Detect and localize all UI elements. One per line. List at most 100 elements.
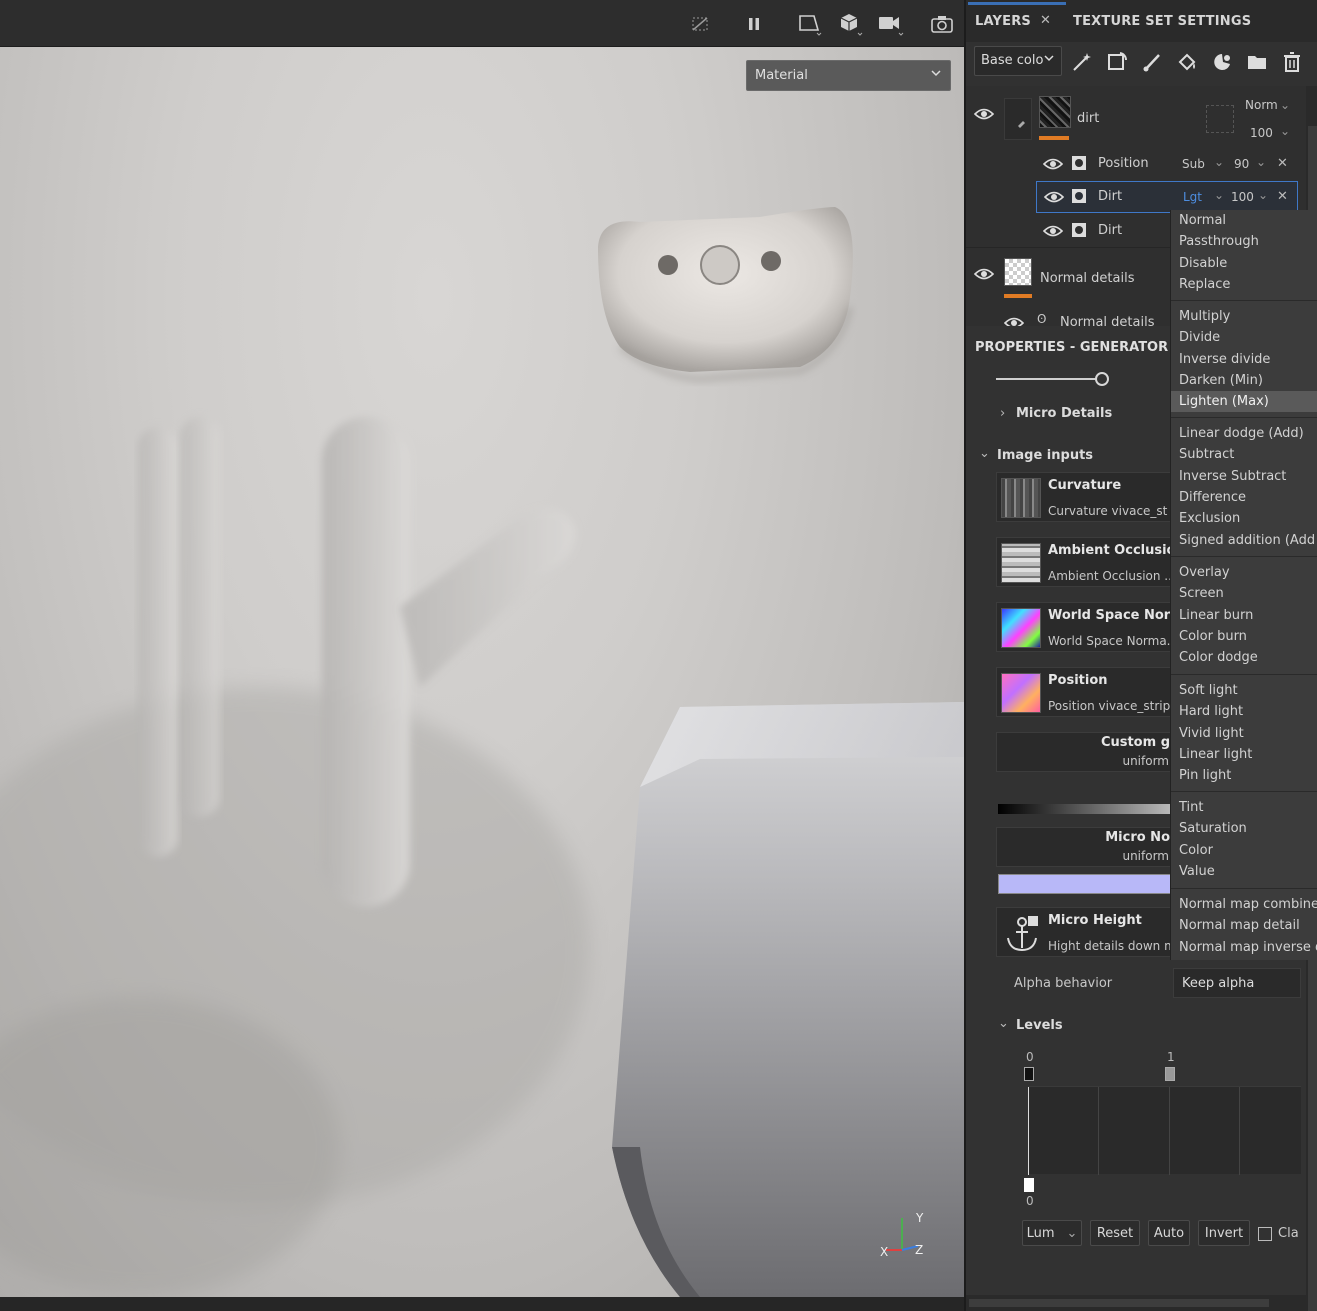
blend-mode-option[interactable]: Darken (Min) xyxy=(1171,370,1317,391)
alpha-behavior-select[interactable]: Keep alpha xyxy=(1173,968,1301,998)
blend-mode-option[interactable]: Color burn xyxy=(1171,626,1317,647)
layer-dirt[interactable]: dirt Norm ⌄ 100 ⌄ xyxy=(966,86,1306,146)
blend-mode-option[interactable]: Difference xyxy=(1171,487,1317,508)
effect-blend-mode[interactable]: Lgt xyxy=(1183,190,1202,204)
invert-button[interactable]: Invert xyxy=(1198,1220,1250,1246)
levels-output-handle[interactable] xyxy=(1024,1178,1034,1192)
effect-opacity[interactable]: 100 xyxy=(1231,190,1254,204)
hide-icon[interactable] xyxy=(686,10,714,38)
layer-blend-mode[interactable]: Norm xyxy=(1245,98,1278,112)
chevron-down-icon[interactable]: ⌄ xyxy=(1214,188,1224,202)
tab-texture-set-settings[interactable]: TEXTURE SET SETTINGS xyxy=(1073,14,1251,29)
slider-track[interactable] xyxy=(996,378,1104,380)
tab-layers[interactable]: LAYERS xyxy=(975,14,1031,29)
blend-mode-option[interactable]: Subtract xyxy=(1171,444,1317,465)
blend-mode-option[interactable]: Color dodge xyxy=(1171,647,1317,668)
blend-mode-option[interactable]: Replace xyxy=(1171,274,1317,295)
auto-button[interactable]: Auto xyxy=(1148,1220,1190,1246)
chevron-right-icon[interactable]: › xyxy=(1000,406,1005,421)
add-paint-layer-brush-icon[interactable] xyxy=(1140,50,1164,74)
delete-trash-icon[interactable] xyxy=(1280,50,1304,74)
blend-mode-option[interactable]: Value xyxy=(1171,861,1317,882)
blend-mode-option[interactable]: Pin light xyxy=(1171,765,1317,786)
blend-mode-option[interactable]: Inverse Subtract xyxy=(1171,466,1317,487)
effect-opacity[interactable]: 90 xyxy=(1234,157,1249,171)
reset-button[interactable]: Reset xyxy=(1090,1220,1140,1246)
effect-dirt-selected[interactable]: Dirt Lgt ⌄ 100 ⌄ ✕ xyxy=(1036,181,1298,213)
eye-visibility-icon[interactable] xyxy=(1042,157,1065,171)
chevron-down-icon[interactable]: ⌄ xyxy=(1258,188,1268,202)
blend-mode-option[interactable]: Linear burn xyxy=(1171,605,1317,626)
levels-section[interactable]: Levels xyxy=(1016,1018,1063,1033)
blend-mode-option[interactable]: Linear light xyxy=(1171,744,1317,765)
add-fill-layer-bucket-icon[interactable] xyxy=(1175,50,1199,74)
pause-icon[interactable] xyxy=(740,10,768,38)
channel-select[interactable]: Base colo xyxy=(974,46,1062,76)
blend-mode-option[interactable]: Passthrough xyxy=(1171,231,1317,252)
menu-separator xyxy=(1171,556,1317,557)
effect-position[interactable]: Position Sub ⌄ 90 ⌄ ✕ xyxy=(966,149,1306,181)
axis-gizmo: X Y Z xyxy=(878,1208,928,1260)
blend-mode-option[interactable]: Color xyxy=(1171,840,1317,861)
add-mask-icon[interactable] xyxy=(1105,50,1129,74)
eye-visibility-icon[interactable] xyxy=(973,267,996,281)
blend-mode-option[interactable]: Normal xyxy=(1171,210,1317,231)
blend-mode-menu[interactable]: Normal Passthrough Disable Replace Multiply D… xyxy=(1170,210,1317,960)
blend-mode-option[interactable]: Linear dodge (Add) xyxy=(1171,423,1317,444)
chevron-down-icon[interactable]: ⌄ xyxy=(1280,124,1290,138)
add-effect-wand-icon[interactable] xyxy=(1070,50,1094,74)
camera-video-icon[interactable] xyxy=(876,10,904,38)
viewport-3d[interactable]: Material X Y Z xyxy=(0,0,964,1311)
blend-mode-option[interactable]: Saturation xyxy=(1171,818,1317,839)
blend-mode-option[interactable]: Exclusion xyxy=(1171,508,1317,529)
levels-black-handle[interactable] xyxy=(1024,1067,1034,1081)
blend-mode-option[interactable]: Multiply xyxy=(1171,306,1317,327)
chevron-down-icon[interactable]: ⌄ xyxy=(1256,155,1266,169)
blend-mode-option[interactable]: Divide xyxy=(1171,327,1317,348)
blend-mode-option[interactable]: Screen xyxy=(1171,583,1317,604)
chevron-down-icon[interactable]: ⌄ xyxy=(998,1016,1009,1031)
color-swatch[interactable] xyxy=(998,874,1172,894)
eye-visibility-icon[interactable] xyxy=(973,107,996,121)
blend-mode-option[interactable]: Vivid light xyxy=(1171,723,1317,744)
blend-mode-option[interactable]: Overlay xyxy=(1171,562,1317,583)
remove-effect-icon[interactable]: ✕ xyxy=(1277,156,1288,171)
micro-details-section[interactable]: Micro Details xyxy=(1016,406,1112,421)
chevron-down-icon[interactable]: ⌄ xyxy=(1214,155,1224,169)
blend-mode-option[interactable]: Normal map inverse d xyxy=(1171,937,1317,958)
add-folder-icon[interactable] xyxy=(1245,50,1269,74)
blend-mode-option[interactable]: Hard light xyxy=(1171,701,1317,722)
material-mode-select[interactable]: Material xyxy=(746,60,951,91)
levels-channel-select[interactable]: Lum ⌄ xyxy=(1022,1220,1082,1246)
blend-mode-option[interactable]: Normal map combine xyxy=(1171,894,1317,915)
blend-mode-option[interactable]: Soft light xyxy=(1171,680,1317,701)
viewport-scene[interactable] xyxy=(0,47,964,1297)
layer-opacity[interactable]: 100 xyxy=(1250,126,1273,140)
blend-mode-option[interactable]: Normal map detail xyxy=(1171,915,1317,936)
scroll-thumb[interactable] xyxy=(969,1299,1269,1307)
eye-visibility-icon[interactable] xyxy=(1043,190,1066,204)
close-tab-icon[interactable]: ✕ xyxy=(1040,13,1051,28)
view-3d-cube-icon[interactable] xyxy=(836,10,864,38)
chevron-down-icon[interactable]: ⌄ xyxy=(1280,98,1290,112)
axis-z-label: Z xyxy=(915,1243,923,1257)
effect-blend-mode[interactable]: Sub xyxy=(1182,157,1205,171)
gradient-ramp[interactable] xyxy=(998,804,1172,814)
screenshot-camera-icon[interactable] xyxy=(928,10,956,38)
clamp-checkbox[interactable] xyxy=(1258,1227,1272,1241)
blend-mode-option[interactable]: Inverse divide xyxy=(1171,349,1317,370)
levels-white-handle[interactable] xyxy=(1165,1067,1175,1081)
horizontal-scrollbar[interactable] xyxy=(966,1295,1306,1311)
blend-mode-option[interactable]: Tint xyxy=(1171,797,1317,818)
blend-mode-option[interactable]: Signed addition (Add xyxy=(1171,530,1317,551)
add-smart-material-icon[interactable] xyxy=(1210,50,1234,74)
view-2d-icon[interactable] xyxy=(795,10,823,38)
image-inputs-section[interactable]: Image inputs xyxy=(997,448,1093,463)
remove-effect-icon[interactable]: ✕ xyxy=(1277,189,1288,204)
blend-mode-option[interactable]: Lighten (Max) xyxy=(1171,391,1317,413)
chevron-down-icon[interactable]: ⌄ xyxy=(979,446,990,461)
eye-visibility-icon[interactable] xyxy=(1003,316,1026,326)
eye-visibility-icon[interactable] xyxy=(1042,224,1065,238)
slider-handle[interactable] xyxy=(1095,372,1109,386)
blend-mode-option[interactable]: Disable xyxy=(1171,253,1317,274)
